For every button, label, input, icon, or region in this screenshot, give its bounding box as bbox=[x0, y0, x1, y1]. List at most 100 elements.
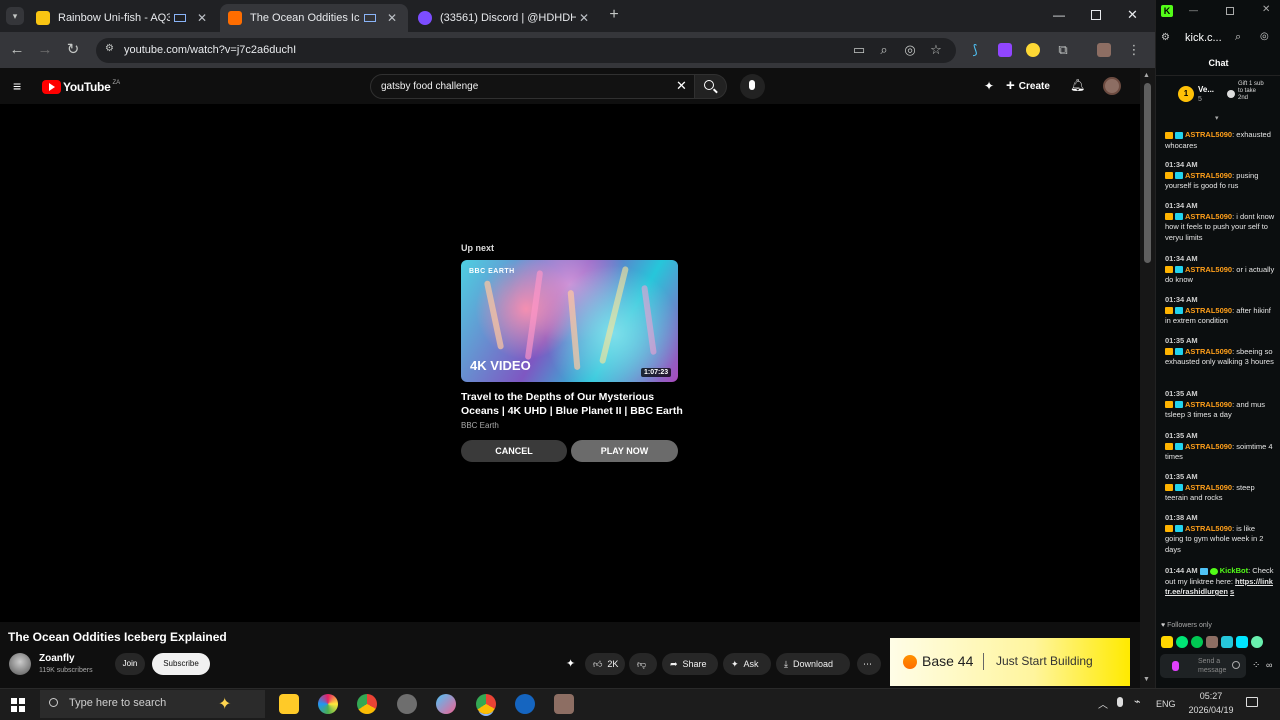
up-next-thumbnail[interactable]: BBC EARTH 4K VIDEO 1:07:23 bbox=[461, 260, 678, 382]
channel-avatar[interactable] bbox=[9, 653, 31, 675]
page-scrollbar[interactable]: ▲ ▼ bbox=[1140, 68, 1155, 688]
ask-button[interactable]: ✦ Ask bbox=[723, 653, 771, 675]
kick-minimize-icon[interactable]: — bbox=[1189, 5, 1198, 15]
clock-time[interactable]: 05:27 bbox=[1196, 691, 1226, 701]
new-tab-plus-icon[interactable]: + bbox=[605, 6, 623, 24]
tab-aq3d[interactable]: Rainbow Uni-fish - AQ3D ✕ bbox=[28, 4, 218, 32]
scroll-thumb[interactable] bbox=[1144, 83, 1151, 263]
kick-hide-icon[interactable]: ◎ bbox=[1260, 31, 1269, 42]
tab-discord[interactable]: (33561) Discord | @HDHDHDH ✕ bbox=[410, 4, 600, 32]
notification-center-icon[interactable] bbox=[1246, 697, 1258, 707]
hamburger-menu-icon[interactable]: ≡ bbox=[13, 79, 27, 93]
voice-search-button[interactable] bbox=[740, 74, 765, 99]
github-desktop-icon[interactable] bbox=[397, 694, 417, 714]
microphone-tray-icon[interactable] bbox=[1117, 697, 1123, 707]
tab-youtube[interactable]: The Ocean Oddities Iceberg ✕ bbox=[220, 4, 408, 32]
hidden-icons-chevron-icon[interactable]: ︿ bbox=[1098, 696, 1108, 711]
search-input[interactable]: gatsby food challenge bbox=[381, 81, 478, 92]
paint-app-icon[interactable] bbox=[318, 694, 338, 714]
taskbar-search-box[interactable]: Type here to search ✦ bbox=[40, 690, 265, 718]
emote-icon[interactable] bbox=[1236, 636, 1248, 648]
bookmark-star-icon[interactable]: ☆ bbox=[929, 43, 943, 57]
zoom-icon[interactable]: ⌕ bbox=[877, 43, 891, 57]
emote-icon[interactable] bbox=[1191, 636, 1203, 648]
browser-menu-icon[interactable]: ⋮ bbox=[1127, 43, 1141, 57]
forward-arrow-icon[interactable]: → bbox=[36, 41, 54, 59]
address-bar[interactable]: ⚙ youtube.com/watch?v=j7c2a6duchI bbox=[96, 38, 956, 63]
chat-username[interactable]: ASTRAL5090 bbox=[1185, 130, 1232, 139]
snipping-tool-icon[interactable] bbox=[436, 694, 456, 714]
kick-settings-icon[interactable]: ⚙ bbox=[1161, 32, 1170, 43]
like-button[interactable]: 👍︎ 2K bbox=[585, 653, 625, 675]
back-arrow-icon[interactable]: ← bbox=[8, 41, 26, 59]
up-next-title[interactable]: Travel to the Depths of Our Mysterious O… bbox=[461, 390, 683, 418]
close-tab-icon[interactable]: ✕ bbox=[576, 11, 592, 25]
emote-icon[interactable] bbox=[1221, 636, 1233, 648]
maximize-window-icon[interactable] bbox=[1091, 10, 1101, 20]
file-explorer-icon[interactable] bbox=[279, 694, 299, 714]
share-button[interactable]: ➦ Share bbox=[662, 653, 718, 675]
chat-username[interactable]: ASTRAL5090 bbox=[1185, 400, 1232, 409]
extension-yellow-icon[interactable] bbox=[1026, 43, 1040, 57]
channel-name[interactable]: Zoanfly bbox=[39, 653, 75, 664]
create-button[interactable]: + Create bbox=[1006, 76, 1050, 96]
clear-search-icon[interactable]: ✕ bbox=[676, 78, 687, 94]
chat-username[interactable]: ASTRAL5090 bbox=[1185, 306, 1232, 315]
emote-icon[interactable] bbox=[1206, 636, 1218, 648]
chat-username[interactable]: ASTRAL5090 bbox=[1185, 524, 1232, 533]
emote-icon[interactable] bbox=[1176, 636, 1188, 648]
close-tab-icon[interactable]: ✕ bbox=[384, 11, 400, 25]
chat-username[interactable]: ASTRAL5090 bbox=[1185, 442, 1232, 451]
pinned-collapse-icon[interactable]: ▾ bbox=[1215, 114, 1219, 122]
chat-mic-icon[interactable] bbox=[1172, 661, 1179, 671]
chrome-icon[interactable] bbox=[357, 694, 377, 714]
top-gifter-badge[interactable]: 1 bbox=[1178, 86, 1194, 102]
join-button[interactable]: Join bbox=[115, 653, 145, 675]
yt-extension-icon[interactable]: ✦ bbox=[984, 79, 998, 93]
bot-username[interactable]: KickBot bbox=[1220, 566, 1248, 575]
windows-start-icon[interactable] bbox=[11, 698, 25, 712]
chat-settings-icon[interactable]: ⁘ bbox=[1252, 660, 1260, 671]
linktree-link-suffix[interactable]: s bbox=[1230, 587, 1234, 596]
tracking-blocked-icon[interactable]: ◎ bbox=[903, 43, 917, 57]
gift-sub-prompt[interactable]: Gift 1 sub to take 2nd bbox=[1238, 81, 1266, 102]
steam-icon[interactable] bbox=[515, 694, 535, 714]
chat-input-box[interactable]: Send a message bbox=[1160, 654, 1246, 678]
close-tab-icon[interactable]: ✕ bbox=[194, 11, 210, 25]
chrome-alt-icon[interactable] bbox=[476, 694, 496, 714]
clock-date[interactable]: 2026/04/19 bbox=[1186, 705, 1236, 715]
chat-username[interactable]: ASTRAL5090 bbox=[1185, 171, 1232, 180]
profile-avatar-icon[interactable] bbox=[1097, 43, 1111, 57]
scroll-down-arrow-icon[interactable]: ▼ bbox=[1143, 676, 1150, 683]
search-box[interactable]: gatsby food challenge ✕ bbox=[370, 74, 695, 99]
cancel-autoplay-button[interactable]: CANCEL bbox=[461, 440, 567, 462]
chat-extra-icon[interactable]: ∞ bbox=[1266, 660, 1272, 670]
save-extension-icon[interactable]: ✦ bbox=[566, 657, 580, 671]
notifications-bell-icon[interactable]: 🔔︎ bbox=[1070, 78, 1085, 92]
play-now-button[interactable]: PLAY NOW bbox=[571, 440, 678, 462]
sponsored-banner[interactable]: Base 44 Just Start Building bbox=[890, 638, 1130, 686]
game-app-icon[interactable] bbox=[554, 694, 574, 714]
dislike-button[interactable]: 👎︎ bbox=[629, 653, 657, 675]
kick-zoom-icon[interactable]: ⌕ bbox=[1235, 31, 1241, 44]
site-info-icon[interactable]: ⚙ bbox=[105, 43, 114, 54]
network-tray-icon[interactable]: ⌁ bbox=[1134, 695, 1141, 708]
emoji-picker-icon[interactable] bbox=[1232, 661, 1240, 669]
scroll-up-arrow-icon[interactable]: ▲ bbox=[1143, 72, 1150, 79]
youtube-logo[interactable]: YouTube ZA bbox=[42, 79, 120, 95]
input-language[interactable]: ENG bbox=[1156, 699, 1176, 709]
kick-close-icon[interactable]: ✕ bbox=[1262, 4, 1270, 15]
subscribe-button[interactable]: Subscribe bbox=[152, 653, 210, 675]
extension-twitch-icon[interactable] bbox=[998, 43, 1012, 57]
emote-icon[interactable] bbox=[1161, 636, 1173, 648]
more-actions-button[interactable]: ⋯ bbox=[857, 653, 881, 675]
tab-search-dropdown[interactable]: ▾ bbox=[6, 7, 24, 25]
install-app-icon[interactable]: ▭ bbox=[852, 43, 866, 57]
download-button[interactable]: ⤓ Download bbox=[776, 653, 850, 675]
account-avatar[interactable] bbox=[1103, 77, 1121, 95]
close-window-icon[interactable]: ✕ bbox=[1127, 7, 1141, 23]
chat-username[interactable]: ASTRAL5090 bbox=[1185, 347, 1232, 356]
emote-icon[interactable] bbox=[1251, 636, 1263, 648]
minimize-window-icon[interactable]: — bbox=[1053, 8, 1067, 22]
extension-translate-icon[interactable]: ⟆ bbox=[968, 43, 982, 57]
